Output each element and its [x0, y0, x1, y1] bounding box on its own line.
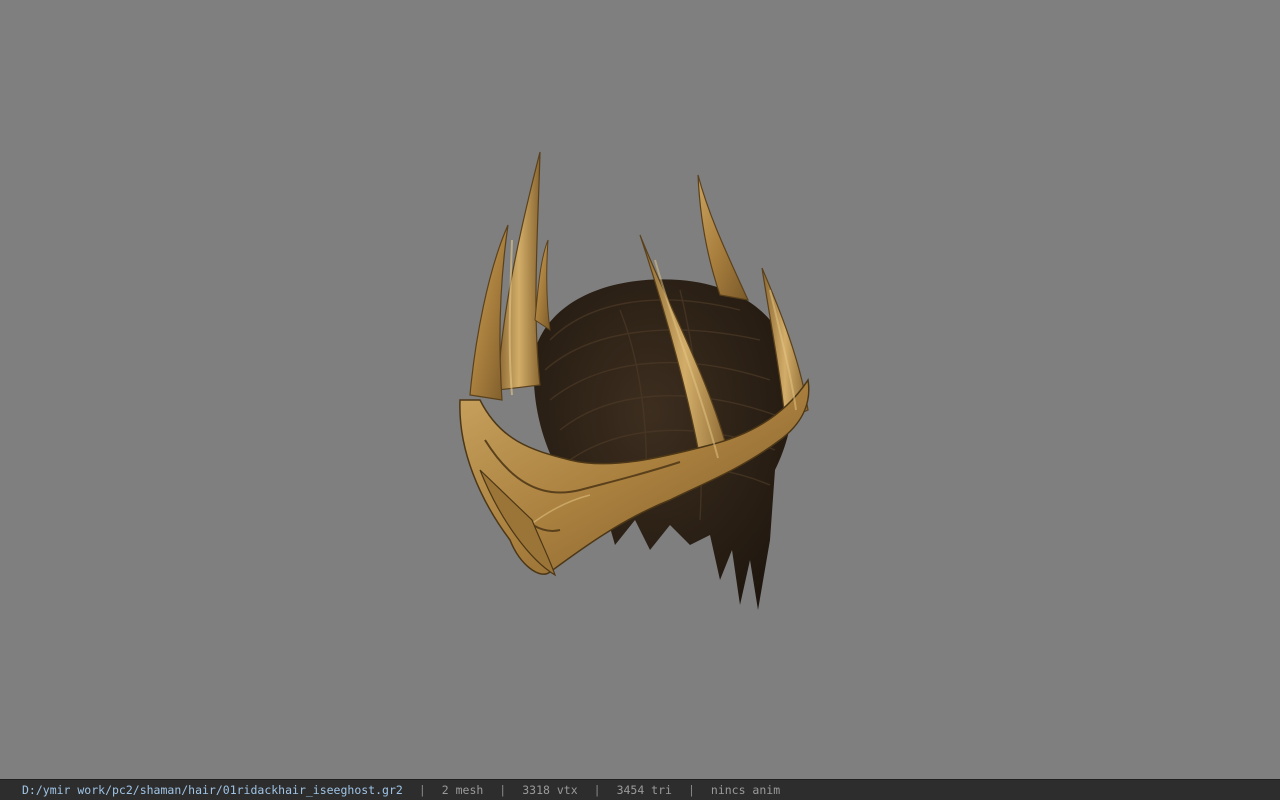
separator: |: [687, 783, 695, 797]
separator: |: [499, 783, 507, 797]
file-path: D:/ymir work/pc2/shaman/hair/01ridackhai…: [22, 783, 403, 797]
animation-status: nincs anim: [710, 783, 781, 797]
crown-hair-model-icon: [459, 151, 810, 610]
mesh-count: 2 mesh: [441, 783, 484, 797]
3d-viewport[interactable]: [0, 0, 1280, 779]
separator: |: [593, 783, 601, 797]
status-bar: D:/ymir work/pc2/shaman/hair/01ridackhai…: [0, 779, 1280, 800]
triangle-count: 3454 tri: [616, 783, 672, 797]
separator: |: [418, 783, 426, 797]
vertex-count: 3318 vtx: [522, 783, 578, 797]
